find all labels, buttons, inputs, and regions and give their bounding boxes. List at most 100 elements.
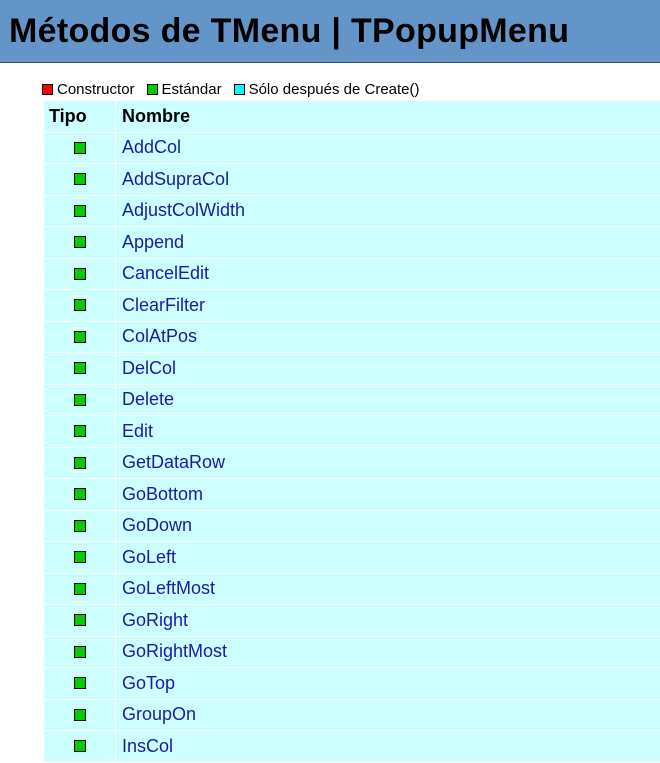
name-cell: Append: [116, 232, 184, 253]
name-cell: DelCol: [116, 358, 176, 379]
type-cell: [44, 668, 116, 699]
method-link[interactable]: GoBottom: [122, 484, 203, 504]
method-type-icon: [73, 299, 86, 312]
type-cell: [44, 573, 116, 604]
method-link[interactable]: DelCol: [122, 358, 176, 378]
table-row: AddCol: [44, 132, 660, 164]
type-cell: [44, 542, 116, 573]
method-link[interactable]: GetDataRow: [122, 452, 225, 472]
methods-table: Tipo Nombre AddCol AddSupraCol AdjustColWi…: [44, 101, 660, 763]
header-type: Tipo: [44, 101, 116, 132]
legend-item: Estándar: [146, 80, 222, 98]
method-type-icon: [73, 551, 86, 564]
table-header-row: Tipo Nombre: [44, 101, 660, 133]
name-cell: GoRight: [116, 610, 188, 631]
method-link[interactable]: AddSupraCol: [122, 169, 229, 189]
method-link[interactable]: GoLeft: [122, 547, 176, 567]
method-type-icon: [73, 708, 86, 721]
table-row: GetDataRow: [44, 447, 660, 479]
method-type-icon: [73, 488, 86, 501]
type-cell: [44, 636, 116, 667]
method-link[interactable]: GoRight: [122, 610, 188, 630]
name-cell: AdjustColWidth: [116, 200, 245, 221]
table-row: CancelEdit: [44, 258, 660, 290]
type-cell: [44, 384, 116, 415]
method-link[interactable]: GoLeftMost: [122, 578, 215, 598]
method-type-icon: [73, 677, 86, 690]
name-cell: CancelEdit: [116, 263, 209, 284]
method-type-icon: [73, 456, 86, 469]
method-type-icon: [73, 740, 86, 753]
method-link[interactable]: AdjustColWidth: [122, 200, 245, 220]
method-link[interactable]: ColAtPos: [122, 326, 197, 346]
legend-swatch-icon: [146, 83, 158, 95]
table-row: GoLeftMost: [44, 573, 660, 605]
method-type-icon: [73, 204, 86, 217]
type-cell: [44, 479, 116, 510]
type-cell: [44, 510, 116, 541]
method-link[interactable]: Delete: [122, 389, 174, 409]
method-type-icon: [73, 267, 86, 280]
table-row: Append: [44, 227, 660, 259]
type-cell: [44, 605, 116, 636]
method-type-icon: [73, 236, 86, 249]
name-cell: GoRightMost: [116, 641, 227, 662]
type-cell: [44, 699, 116, 730]
legend-swatch-icon: [233, 83, 245, 95]
type-cell: [44, 290, 116, 321]
name-cell: GoLeft: [116, 547, 176, 568]
table-row: ClearFilter: [44, 290, 660, 322]
method-link[interactable]: CancelEdit: [122, 263, 209, 283]
name-cell: GoBottom: [116, 484, 203, 505]
name-cell: GroupOn: [116, 704, 196, 725]
name-cell: ClearFilter: [116, 295, 205, 316]
table-row: GroupOn: [44, 699, 660, 731]
table-row: InsCol: [44, 731, 660, 763]
method-link[interactable]: ClearFilter: [122, 295, 205, 315]
legend-label: Estándar: [161, 80, 222, 98]
legend-item: Sólo después de Create(): [233, 81, 420, 98]
legend: Constructor Estándar Sólo después de Creat…: [42, 79, 432, 99]
method-link[interactable]: GoRightMost: [122, 641, 227, 661]
type-cell: [44, 447, 116, 478]
method-link[interactable]: GoDown: [122, 515, 192, 535]
table-row: DelCol: [44, 353, 660, 385]
method-link[interactable]: Edit: [122, 421, 153, 441]
name-cell: Edit: [116, 421, 153, 442]
method-type-icon: [73, 173, 86, 186]
table-row: AddSupraCol: [44, 164, 660, 196]
name-cell: GoDown: [116, 515, 192, 536]
method-type-icon: [73, 425, 86, 438]
name-cell: AddSupraCol: [116, 169, 229, 190]
type-cell: [44, 164, 116, 195]
name-cell: Delete: [116, 389, 174, 410]
table-row: Edit: [44, 416, 660, 448]
method-type-icon: [73, 582, 86, 595]
method-link[interactable]: GroupOn: [122, 704, 196, 724]
type-cell: [44, 132, 116, 163]
table-row: Delete: [44, 384, 660, 416]
legend-item: Constructor: [42, 81, 135, 98]
method-type-icon: [73, 362, 86, 375]
name-cell: GoLeftMost: [116, 578, 215, 599]
name-cell: GoTop: [116, 673, 175, 694]
table-row: GoDown: [44, 510, 660, 542]
type-cell: [44, 227, 116, 258]
type-cell: [44, 416, 116, 447]
table-row: AdjustColWidth: [44, 195, 660, 227]
type-cell: [44, 353, 116, 384]
method-link[interactable]: InsCol: [122, 736, 173, 756]
method-link[interactable]: GoTop: [122, 673, 175, 693]
method-link[interactable]: AddCol: [122, 137, 181, 157]
method-type-icon: [73, 614, 86, 627]
title-bar: Métodos de TMenu | TPopupMenu: [0, 0, 660, 63]
type-cell: [44, 258, 116, 289]
name-cell: InsCol: [116, 736, 173, 757]
table-row: ColAtPos: [44, 321, 660, 353]
page-title: Métodos de TMenu | TPopupMenu: [9, 12, 570, 50]
method-type-icon: [73, 645, 86, 658]
method-type-icon: [73, 141, 86, 154]
legend-swatch-icon: [42, 83, 53, 95]
header-name: Nombre: [122, 105, 191, 126]
method-link[interactable]: Append: [122, 232, 184, 252]
